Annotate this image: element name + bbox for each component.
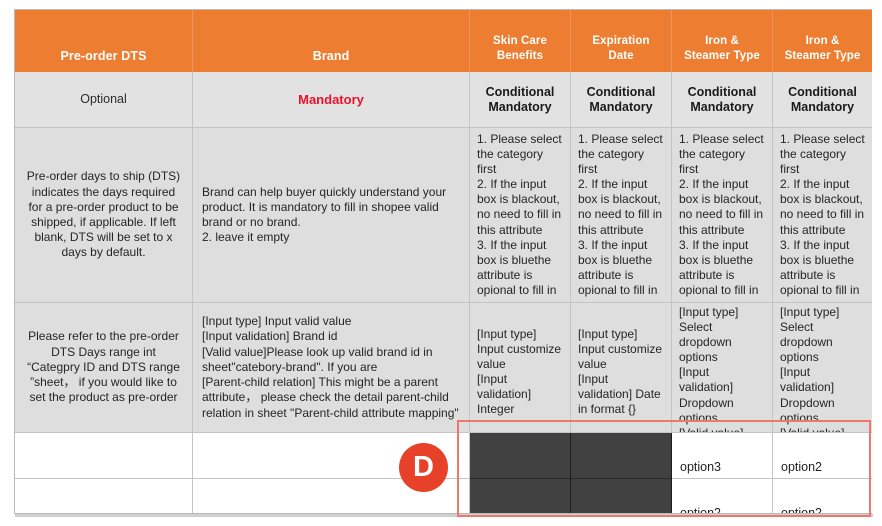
spec-brand: [Input type] Input valid value [Input va… [193, 303, 470, 433]
data-cell-iron-steamer-type-1[interactable]: option2 [672, 479, 773, 513]
description-expiration-date: 1. Please select the category first 2. I… [571, 128, 672, 303]
spreadsheet-table: Pre-order DTS Brand Skin Care Benefits E… [14, 9, 872, 514]
data-cell-expiration-date-blackout[interactable] [571, 479, 672, 513]
screenshot-canvas: Pre-order DTS Brand Skin Care Benefits E… [0, 0, 882, 526]
description-text: 1. Please select the category first 2. I… [679, 132, 764, 297]
data-cell-pre-order-dts[interactable] [15, 479, 193, 513]
spec-pre-order-dts: Please refer to the pre-order DTS Days r… [15, 303, 193, 433]
spec-iron-steamer-type-2: [Input type] Select dropdown options [In… [773, 303, 872, 433]
description-iron-steamer-type-1: 1. Please select the category first 2. I… [672, 128, 773, 303]
column-header-expiration-date[interactable]: Expiration Date [571, 10, 672, 72]
column-header-iron-steamer-type-2[interactable]: Iron & Steamer Type [773, 10, 872, 72]
description-text: Brand can help buyer quickly understand … [202, 184, 447, 245]
requirement-expiration-date: Conditional Mandatory [571, 72, 672, 128]
data-cell-pre-order-dts[interactable] [15, 433, 193, 479]
spec-text: [Input type] Input valid value [Input va… [202, 314, 459, 420]
spec-text: [Input type] Input customize value [Inpu… [477, 327, 562, 417]
column-header-skin-care-benefits[interactable]: Skin Care Benefits [470, 10, 571, 72]
spec-text: [Input type] Select dropdown options [In… [780, 305, 845, 433]
data-cell-skin-care-benefits-blackout[interactable] [470, 433, 571, 479]
requirement-pre-order-dts: Optional [15, 72, 193, 128]
spec-text: [Input type] Select dropdown options [In… [679, 305, 744, 433]
data-cell-skin-care-benefits-blackout[interactable] [470, 479, 571, 513]
requirement-skin-care-benefits: Conditional Mandatory [470, 72, 571, 128]
data-cell-expiration-date-blackout[interactable] [571, 433, 672, 479]
spec-text: Please refer to the pre-order DTS Days r… [27, 329, 180, 405]
description-text: 1. Please select the category first 2. I… [578, 132, 663, 297]
description-text: 1. Please select the category first 2. I… [477, 132, 562, 297]
requirement-iron-steamer-type-2: Conditional Mandatory [773, 72, 872, 128]
description-pre-order-dts: Pre-order days to ship (DTS) indicates t… [15, 128, 193, 303]
annotation-badge-d: D [399, 443, 448, 492]
description-text: 1. Please select the category first 2. I… [780, 132, 865, 297]
description-skin-care-benefits: 1. Please select the category first 2. I… [470, 128, 571, 303]
table-row[interactable]: option2 option2 [15, 479, 872, 513]
column-header-brand[interactable]: Brand [193, 10, 470, 72]
spec-skin-care-benefits: [Input type] Input customize value [Inpu… [470, 303, 571, 433]
column-header-iron-steamer-type-1[interactable]: Iron & Steamer Type [672, 10, 773, 72]
spec-expiration-date: [Input type] Input customize value [Inpu… [571, 303, 672, 433]
description-brand: Brand can help buyer quickly understand … [193, 128, 470, 303]
table-header-row: Pre-order DTS Brand Skin Care Benefits E… [15, 10, 872, 72]
spec-text: [Input type] Input customize value [Inpu… [578, 327, 663, 417]
requirement-brand: Mandatory [193, 72, 470, 128]
spec-row: Please refer to the pre-order DTS Days r… [15, 303, 872, 433]
table-bottom-edge [15, 514, 873, 517]
spec-iron-steamer-type-1: [Input type] Select dropdown options [In… [672, 303, 773, 433]
description-text: Pre-order days to ship (DTS) indicates t… [26, 169, 181, 260]
data-cell-iron-steamer-type-1[interactable]: option3 [672, 433, 773, 479]
description-row: Pre-order days to ship (DTS) indicates t… [15, 128, 872, 303]
requirement-iron-steamer-type-1: Conditional Mandatory [672, 72, 773, 128]
requirement-row: Optional Mandatory Conditional Mandatory… [15, 72, 872, 128]
data-cell-iron-steamer-type-2[interactable]: option2 [773, 479, 872, 513]
column-header-pre-order-dts[interactable]: Pre-order DTS [15, 10, 193, 72]
description-iron-steamer-type-2: 1. Please select the category first 2. I… [773, 128, 872, 303]
data-cell-iron-steamer-type-2[interactable]: option2 [773, 433, 872, 479]
